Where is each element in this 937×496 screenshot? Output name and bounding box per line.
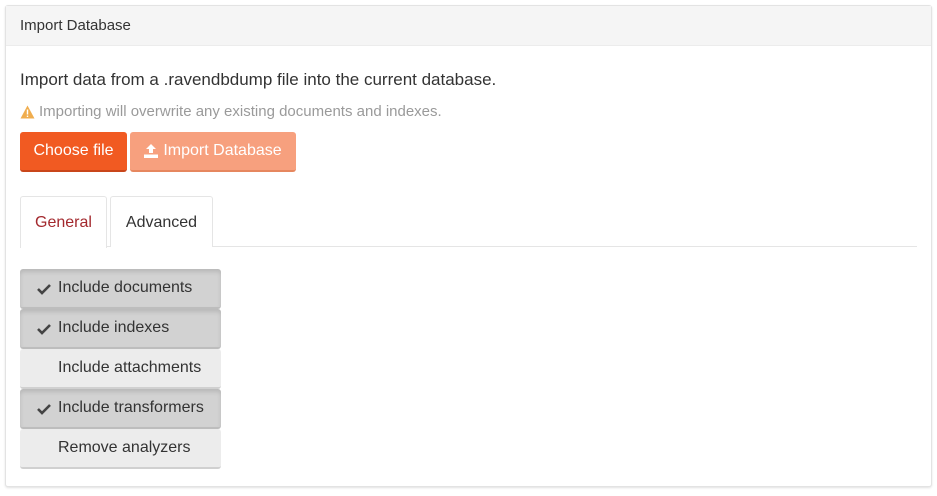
import-database-panel: Import Database Import data from a .rave… [5, 5, 932, 487]
check-icon [37, 282, 51, 295]
option-label: Include indexes [58, 319, 170, 336]
option-include-transformers[interactable]: Include transformers [20, 389, 221, 429]
upload-icon [144, 144, 159, 158]
option-label: Include documents [58, 279, 193, 296]
warning-text: Importing will overwrite any existing do… [39, 103, 442, 120]
option-remove-analyzers[interactable]: Remove analyzers [20, 429, 221, 469]
import-database-button[interactable]: Import Database [130, 132, 296, 172]
panel-title: Import Database [6, 6, 931, 46]
tab-general[interactable]: General [20, 196, 107, 248]
option-include-documents[interactable]: Include documents [20, 269, 221, 309]
warning-message: Importing will overwrite any existing do… [20, 103, 442, 120]
intro-text: Import data from a .ravendbdump file int… [20, 70, 497, 89]
check-icon [37, 402, 51, 415]
check-icon [37, 322, 51, 335]
warning-triangle-icon [20, 105, 35, 119]
import-database-label: Import Database [163, 142, 282, 159]
choose-file-button[interactable]: Choose file [20, 132, 127, 172]
options-tabs: General Advanced [20, 196, 917, 248]
import-options-list: Include documents Include indexes Includ… [20, 269, 221, 469]
option-label: Include attachments [58, 359, 202, 376]
option-include-attachments[interactable]: Include attachments [20, 349, 221, 389]
tab-advanced[interactable]: Advanced [110, 196, 213, 247]
option-label: Remove analyzers [58, 439, 191, 456]
option-label: Include transformers [58, 399, 204, 416]
option-include-indexes[interactable]: Include indexes [20, 309, 221, 349]
